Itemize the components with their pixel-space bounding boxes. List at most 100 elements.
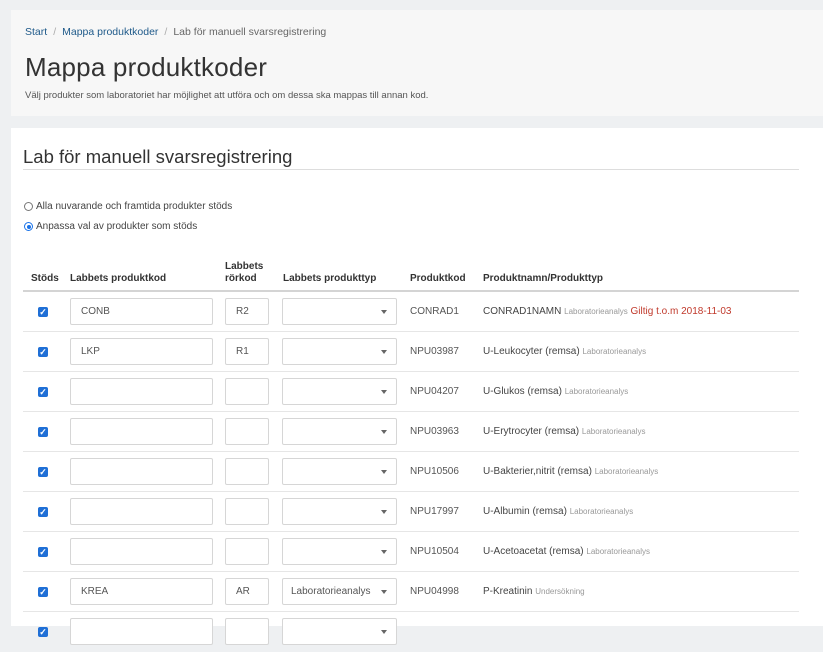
- supported-checkbox[interactable]: ✓: [38, 587, 48, 597]
- breadcrumb-separator: /: [164, 26, 168, 38]
- section-divider: [23, 169, 799, 170]
- product-type: Laboratorieanalys: [569, 507, 634, 516]
- caret-down-icon: [381, 630, 387, 634]
- supported-checkbox[interactable]: ✓: [38, 547, 48, 557]
- lab-type-select[interactable]: [282, 538, 397, 565]
- product-name-cell: U-Erytrocyter (remsa) Laboratorieanalys: [483, 412, 646, 452]
- validity-note: Giltig t.o.m 2018-11-03: [630, 306, 732, 317]
- caret-down-icon: [381, 470, 387, 474]
- product-type: Laboratorieanalys: [564, 307, 628, 316]
- lab-type-select[interactable]: [282, 338, 397, 365]
- lab-type-select[interactable]: [282, 498, 397, 525]
- lab-code-input[interactable]: CONB: [70, 298, 213, 325]
- supported-checkbox[interactable]: ✓: [38, 507, 48, 517]
- table-row: ✓ NPU04207 U-Glukos (remsa) Laboratoriea…: [11, 372, 823, 412]
- tube-code-input[interactable]: R1: [225, 338, 269, 365]
- tube-code-input[interactable]: [225, 418, 269, 445]
- product-code: NPU10504: [410, 546, 459, 557]
- product-type: Laboratorieanalys: [581, 427, 646, 436]
- tube-code-input[interactable]: [225, 538, 269, 565]
- column-header-lab-code: Labbets produktkod: [70, 273, 167, 284]
- product-name: U-Bakterier,nitrit (remsa): [483, 466, 592, 477]
- product-name: CONRAD1NAMN: [483, 306, 562, 317]
- product-name: U-Glukos (remsa): [483, 386, 562, 397]
- lab-type-value: Laboratorieanalys: [291, 586, 371, 597]
- breadcrumb-start-link[interactable]: Start: [25, 26, 47, 38]
- radio-label: Anpassa val av produkter som stöds: [36, 221, 198, 232]
- table-row: ✓ NPU17997 U-Albumin (remsa) Laboratorie…: [11, 492, 823, 532]
- page-description: Välj produkter som laboratoriet har möjl…: [25, 90, 429, 101]
- product-code: CONRAD1: [410, 306, 459, 317]
- supported-checkbox[interactable]: ✓: [38, 347, 48, 357]
- product-code: NPU10506: [410, 466, 459, 477]
- column-header-tube-code: Labbets rörkod: [225, 261, 263, 285]
- lab-code-input[interactable]: [70, 618, 213, 645]
- tube-code-input[interactable]: R2: [225, 298, 269, 325]
- column-header-product-code: Produktkod: [410, 273, 466, 284]
- caret-down-icon: [381, 310, 387, 314]
- lab-type-select[interactable]: [282, 298, 397, 325]
- lab-code-input[interactable]: [70, 498, 213, 525]
- breadcrumb-separator: /: [53, 26, 57, 38]
- radio-button-checked[interactable]: [24, 222, 33, 231]
- table-row: ✓: [11, 612, 823, 652]
- lab-type-select[interactable]: [282, 418, 397, 445]
- table-row: ✓ NPU10506 U-Bakterier,nitrit (remsa) La…: [11, 452, 823, 492]
- breadcrumb-map-link[interactable]: Mappa produktkoder: [62, 26, 158, 38]
- product-type: Laboratorieanalys: [586, 547, 650, 556]
- lab-code-input[interactable]: [70, 458, 213, 485]
- caret-down-icon: [381, 350, 387, 354]
- lab-type-select[interactable]: [282, 378, 397, 405]
- caret-down-icon: [381, 390, 387, 394]
- product-code: NPU04207: [410, 386, 459, 397]
- column-header-supported: Stöds: [31, 273, 59, 284]
- radio-custom-products[interactable]: Anpassa val av produkter som stöds: [24, 221, 197, 232]
- supported-checkbox[interactable]: ✓: [38, 307, 48, 317]
- column-header-lab-type: Labbets produkttyp: [283, 273, 377, 284]
- lab-code-input[interactable]: LKP: [70, 338, 213, 365]
- product-name-cell: U-Bakterier,nitrit (remsa) Laboratoriean…: [483, 452, 658, 492]
- lab-code-input[interactable]: KREA: [70, 578, 213, 605]
- page-title: Mappa produktkoder: [25, 52, 268, 82]
- lab-code-input[interactable]: [70, 378, 213, 405]
- radio-label: Alla nuvarande och framtida produkter st…: [36, 201, 233, 212]
- product-type: Laboratorieanalys: [564, 387, 629, 396]
- tube-code-input[interactable]: [225, 618, 269, 645]
- supported-checkbox[interactable]: ✓: [38, 387, 48, 397]
- radio-button[interactable]: [24, 202, 33, 211]
- lab-code-input[interactable]: [70, 418, 213, 445]
- lab-type-select[interactable]: Laboratorieanalys: [282, 578, 397, 605]
- caret-down-icon: [381, 510, 387, 514]
- product-name: U-Leukocyter (remsa): [483, 346, 580, 357]
- caret-down-icon: [381, 550, 387, 554]
- product-name-cell: U-Leukocyter (remsa) Laboratorieanalys: [483, 332, 646, 372]
- caret-down-icon: [381, 430, 387, 434]
- product-name-cell: U-Glukos (remsa) Laboratorieanalys: [483, 372, 628, 412]
- product-name-cell: U-Acetoacetat (remsa) Laboratorieanalys: [483, 532, 650, 572]
- column-header-product-name: Produktnamn/Produkttyp: [483, 273, 604, 284]
- supported-checkbox[interactable]: ✓: [38, 627, 48, 637]
- product-name: U-Albumin (remsa): [483, 506, 567, 517]
- radio-all-products[interactable]: Alla nuvarande och framtida produkter st…: [24, 201, 232, 212]
- product-name: P-Kreatinin: [483, 586, 533, 597]
- tube-code-input[interactable]: [225, 378, 269, 405]
- table-row: ✓ LKP R1 NPU03987 U-Leukocyter (remsa) L…: [11, 332, 823, 372]
- lab-code-input[interactable]: [70, 538, 213, 565]
- product-name-cell: P-Kreatinin Undersökning: [483, 572, 585, 612]
- lab-type-select[interactable]: [282, 458, 397, 485]
- table-row: ✓ KREA AR Laboratorieanalys NPU04998 P-K…: [11, 572, 823, 612]
- tube-code-input[interactable]: AR: [225, 578, 269, 605]
- section-title: Lab för manuell svarsregistrering: [23, 146, 293, 167]
- breadcrumb: Start / Mappa produktkoder / Lab för manuell…: [25, 26, 326, 38]
- product-name: U-Erytrocyter (remsa): [483, 426, 580, 437]
- lab-type-select[interactable]: [282, 618, 397, 645]
- tube-code-input[interactable]: [225, 458, 269, 485]
- tube-code-input[interactable]: [225, 498, 269, 525]
- breadcrumb-current: Lab för manuell svarsregistrering: [173, 26, 327, 38]
- supported-checkbox[interactable]: ✓: [38, 467, 48, 477]
- supported-checkbox[interactable]: ✓: [38, 427, 48, 437]
- product-code: NPU17997: [410, 506, 459, 517]
- product-name-cell: CONRAD1NAMN Laboratorieanalys Giltig t.o…: [483, 292, 732, 332]
- product-code: NPU04998: [410, 586, 459, 597]
- page-header: Start / Mappa produktkoder / Lab för manuell…: [11, 10, 823, 116]
